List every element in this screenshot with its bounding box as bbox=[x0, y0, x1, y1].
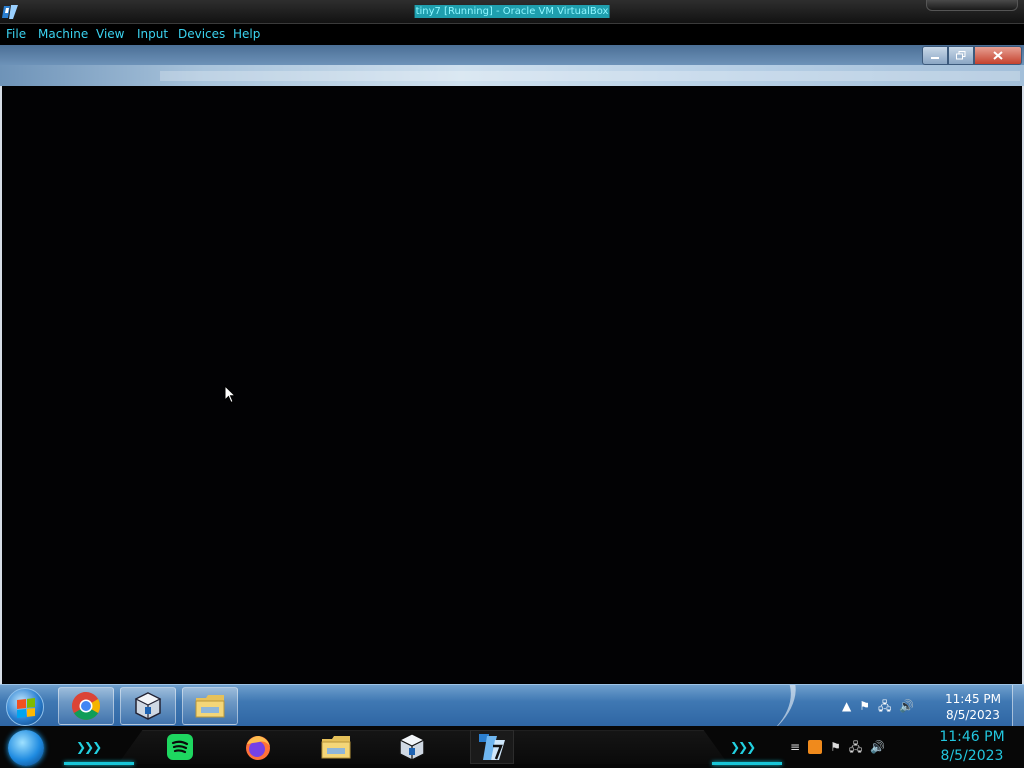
keyboard-icon[interactable]: ≡ bbox=[790, 740, 800, 754]
guest-time: 11:45 PM bbox=[945, 692, 1001, 706]
host-start-orb[interactable] bbox=[8, 730, 44, 766]
vm-display[interactable] bbox=[2, 86, 1022, 683]
virtualbox-vm-tiny7-icon bbox=[479, 734, 505, 760]
chrome-icon bbox=[72, 692, 100, 720]
guest-taskbar-chrome[interactable] bbox=[58, 687, 114, 725]
volume-icon[interactable]: 🔊 bbox=[870, 740, 885, 754]
spotify-icon bbox=[167, 734, 193, 760]
restore-icon bbox=[956, 51, 966, 60]
flag-icon[interactable]: ⚑ bbox=[830, 740, 841, 754]
guest-window-buttons bbox=[922, 46, 1022, 65]
taskbar-swoosh bbox=[668, 685, 812, 726]
host-app-vm-tiny7[interactable] bbox=[470, 730, 514, 764]
guest-start-button[interactable] bbox=[6, 688, 44, 726]
menu-bar: File Machine View Input Devices Help bbox=[0, 24, 1024, 45]
mouse-cursor-icon bbox=[224, 385, 236, 404]
host-app-spotify[interactable] bbox=[162, 730, 198, 764]
host-taskbar: ❯❯❯ ❯❯❯ ≡ ⚑ 🖧 🔊 bbox=[0, 726, 1024, 768]
guest-glass-highlight bbox=[160, 71, 1020, 81]
guest-taskbar: ▲ ⚑ 🖧 🔊 11:45 PM 8/5/2023 bbox=[0, 684, 1024, 726]
guest-date: 8/5/2023 bbox=[946, 708, 1000, 722]
host-app-file-explorer[interactable] bbox=[318, 730, 354, 764]
virtualbox-icon bbox=[398, 733, 426, 761]
firefox-icon bbox=[246, 736, 270, 760]
right-chevron-decoration: ❯❯❯ bbox=[730, 740, 756, 754]
network-icon[interactable]: 🖧 bbox=[878, 699, 891, 713]
host-window-controls[interactable] bbox=[926, 0, 1018, 11]
menu-view[interactable]: View bbox=[96, 27, 124, 41]
virtualbox-icon bbox=[134, 692, 162, 720]
file-explorer-icon bbox=[321, 736, 351, 759]
guest-title-strip bbox=[0, 45, 1024, 65]
menu-input[interactable]: Input bbox=[137, 27, 168, 41]
action-center-flag-icon[interactable]: ⚑ bbox=[859, 699, 870, 713]
minimize-icon bbox=[931, 56, 939, 59]
restore-button[interactable] bbox=[948, 46, 974, 65]
host-clock[interactable]: 11:46 PM 8/5/2023 bbox=[936, 728, 1008, 766]
host-time: 11:46 PM bbox=[939, 729, 1005, 745]
folder-icon bbox=[195, 695, 225, 718]
guest-window-frame bbox=[0, 45, 1024, 86]
guest-clock[interactable]: 11:45 PM 8/5/2023 bbox=[940, 691, 1006, 723]
show-hidden-icons-icon[interactable]: ▲ bbox=[842, 699, 851, 713]
menu-file[interactable]: File bbox=[6, 27, 26, 41]
guest-show-desktop-button[interactable] bbox=[1012, 685, 1024, 726]
menu-devices[interactable]: Devices bbox=[178, 27, 225, 41]
host-title-bar[interactable]: tiny7 [Running] - Oracle VM VirtualBox bbox=[0, 0, 1024, 24]
host-date: 8/5/2023 bbox=[940, 748, 1004, 764]
menu-help[interactable]: Help bbox=[233, 27, 260, 41]
glow-line-right bbox=[712, 762, 782, 765]
host-app-virtualbox[interactable] bbox=[394, 730, 430, 764]
close-icon bbox=[993, 51, 1003, 60]
glow-line-left bbox=[64, 762, 134, 765]
close-button[interactable] bbox=[974, 46, 1022, 65]
virtualbox-app-icon bbox=[2, 5, 18, 19]
guest-system-tray: ▲ ⚑ 🖧 🔊 bbox=[842, 699, 914, 713]
left-chevron-decoration: ❯❯❯ bbox=[76, 740, 102, 754]
guest-taskbar-virtualbox[interactable] bbox=[120, 687, 176, 725]
host-system-tray: ≡ ⚑ 🖧 🔊 bbox=[790, 740, 885, 754]
host-app-firefox[interactable] bbox=[240, 730, 276, 764]
network-icon[interactable]: 🖧 bbox=[849, 740, 862, 754]
volume-icon[interactable]: 🔊 bbox=[899, 699, 914, 713]
minimize-button[interactable] bbox=[922, 46, 948, 65]
window-title: tiny7 [Running] - Oracle VM VirtualBox bbox=[414, 5, 610, 18]
guest-taskbar-explorer[interactable] bbox=[182, 687, 238, 725]
windows-flag-icon bbox=[17, 698, 35, 718]
orange-app-icon[interactable] bbox=[808, 740, 823, 754]
menu-machine[interactable]: Machine bbox=[38, 27, 88, 41]
